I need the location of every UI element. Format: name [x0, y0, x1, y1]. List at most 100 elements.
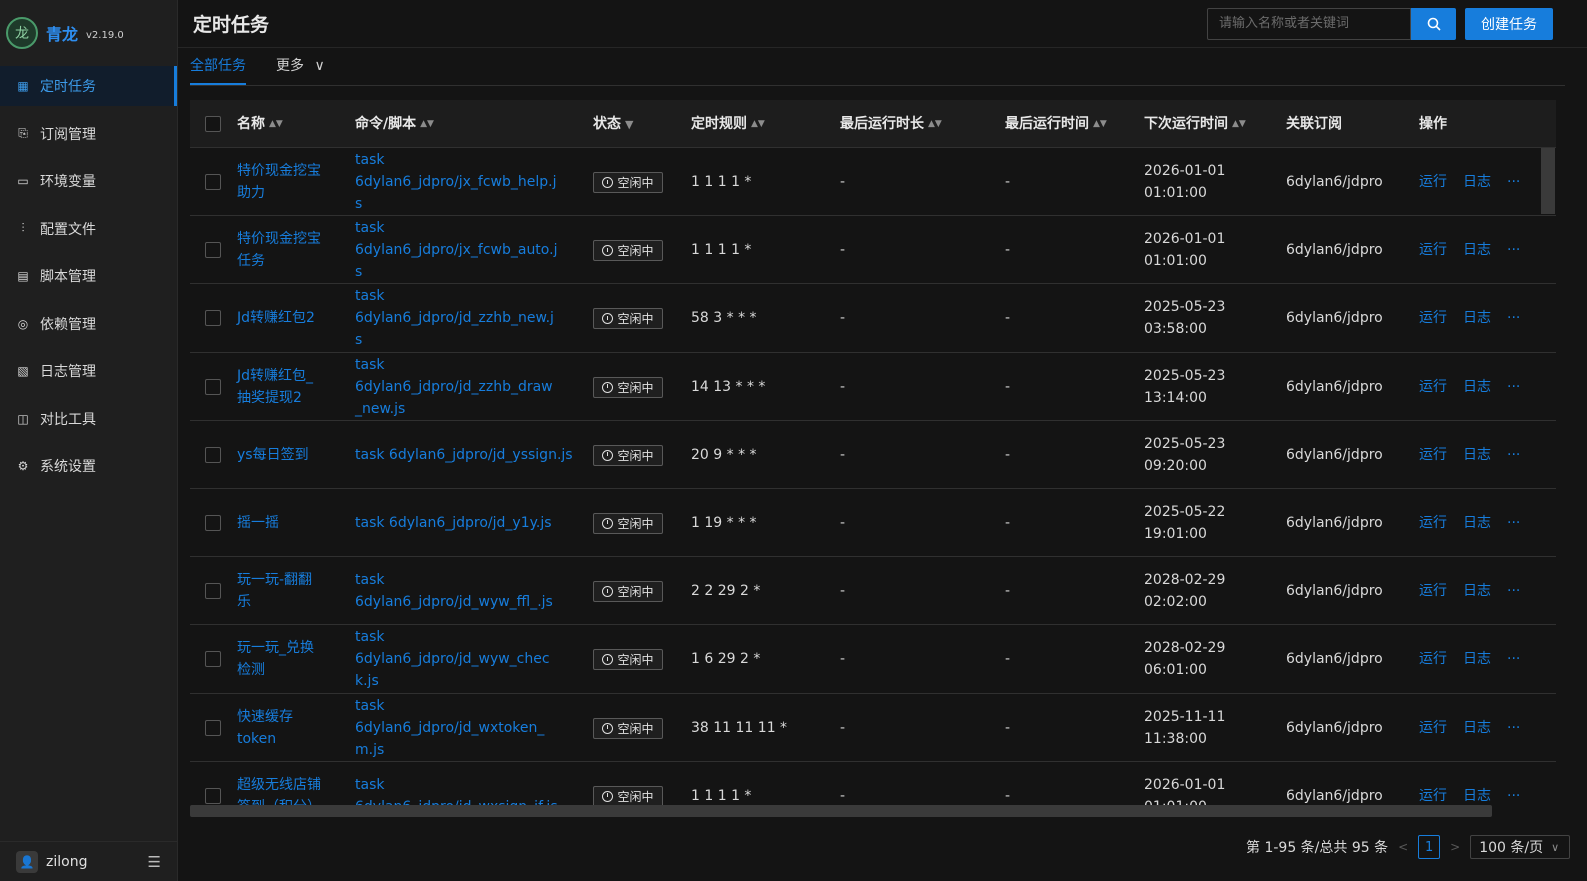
task-name[interactable]: 玩一玩-翻翻乐: [237, 557, 347, 625]
task-command[interactable]: task 6dylan6_jdpro/jd_zzhb_draw _new.js: [355, 353, 575, 421]
sort-icon[interactable]: ▲▼: [928, 119, 942, 128]
column-header[interactable]: 定时规则 ▲▼: [691, 100, 765, 148]
menu-fold-icon[interactable]: ☰: [148, 853, 161, 871]
sidebar-item[interactable]: ◎ 依赖管理: [0, 304, 177, 344]
more-actions-icon[interactable]: ···: [1507, 284, 1520, 352]
row-checkbox[interactable]: [205, 787, 221, 804]
run-button[interactable]: 运行: [1419, 557, 1447, 625]
task-name[interactable]: 玩一玩_兑换 检测: [237, 625, 347, 693]
sort-icon[interactable]: ▲▼: [1232, 119, 1246, 128]
more-actions-icon[interactable]: ···: [1507, 625, 1520, 693]
user-name[interactable]: zilong: [46, 854, 87, 870]
column-header[interactable]: 状态 ▼: [593, 100, 633, 148]
row-checkbox[interactable]: [205, 378, 221, 395]
column-header[interactable]: 命令/脚本 ▲▼: [355, 100, 434, 148]
horizontal-scrollbar[interactable]: [190, 805, 1492, 817]
task-name[interactable]: 特价现金挖宝 助力: [237, 148, 347, 216]
sidebar-item[interactable]: ⫶ 配置文件: [0, 209, 177, 249]
column-header[interactable]: 最后运行时长 ▲▼: [840, 100, 942, 148]
sidebar-item[interactable]: ▦ 定时任务: [0, 66, 177, 106]
more-actions-icon[interactable]: ···: [1507, 694, 1520, 762]
run-button[interactable]: 运行: [1419, 284, 1447, 352]
sidebar-item[interactable]: ▧ 日志管理: [0, 351, 177, 391]
sort-icon[interactable]: ▲▼: [269, 119, 283, 128]
create-task-button[interactable]: 创建任务: [1465, 8, 1553, 40]
task-command[interactable]: task 6dylan6_jdpro/jd_zzhb_new.j s: [355, 284, 575, 352]
more-actions-icon[interactable]: ···: [1507, 557, 1520, 625]
run-button[interactable]: 运行: [1419, 216, 1447, 284]
run-button[interactable]: 运行: [1419, 625, 1447, 693]
row-checkbox[interactable]: [205, 651, 221, 668]
sidebar-item[interactable]: ◫ 对比工具: [0, 399, 177, 439]
sort-icon[interactable]: ▲▼: [1093, 119, 1107, 128]
task-command[interactable]: task 6dylan6_jdpro/jd_wyw_chec k.js: [355, 625, 575, 693]
task-command[interactable]: task 6dylan6_jdpro/jd_wxtoken_ m.js: [355, 694, 575, 762]
select-all-checkbox[interactable]: [205, 116, 221, 132]
user-icon[interactable]: 👤: [16, 850, 38, 873]
page-number[interactable]: 1: [1418, 835, 1441, 859]
log-button[interactable]: 日志: [1463, 625, 1491, 693]
tab-all-tasks[interactable]: 全部任务: [190, 48, 246, 85]
task-command[interactable]: task 6dylan6_jdpro/jx_fcwb_help.j s: [355, 148, 575, 216]
row-checkbox[interactable]: [205, 583, 221, 600]
run-button[interactable]: 运行: [1419, 489, 1447, 557]
task-name-line: 快速缓存: [237, 708, 293, 725]
task-command[interactable]: task 6dylan6_jdpro/jd_yssign.js: [355, 421, 575, 489]
table-row: 玩一玩_兑换 检测 task 6dylan6_jdpro/jd_wyw_chec k.…: [190, 625, 1556, 694]
more-actions-icon[interactable]: ···: [1507, 762, 1520, 818]
task-name[interactable]: Jd转赚红包_ 抽奖提现2: [237, 353, 347, 421]
task-command[interactable]: task 6dylan6_jdpro/jx_fcwb_auto.j s: [355, 216, 575, 284]
more-actions-icon[interactable]: ···: [1507, 216, 1520, 284]
column-header[interactable]: 名称 ▲▼: [237, 100, 283, 148]
sort-icon[interactable]: ▲▼: [751, 119, 765, 128]
row-checkbox[interactable]: [205, 514, 221, 531]
prev-page-icon[interactable]: <: [1398, 840, 1408, 854]
clock-icon: [602, 177, 614, 188]
run-button[interactable]: 运行: [1419, 148, 1447, 216]
log-button[interactable]: 日志: [1463, 216, 1491, 284]
filter-icon[interactable]: ▼: [625, 119, 633, 130]
column-header[interactable]: 最后运行时间 ▲▼: [1005, 100, 1107, 148]
row-checkbox[interactable]: [205, 174, 221, 190]
search-input[interactable]: 请输入名称或者关键词: [1207, 8, 1411, 40]
run-button[interactable]: 运行: [1419, 421, 1447, 489]
more-actions-icon[interactable]: ···: [1507, 353, 1520, 421]
tab-more[interactable]: 更多 ∨: [276, 48, 325, 85]
page-size-select[interactable]: 100 条/页 ∨: [1470, 835, 1571, 859]
task-name-line: 玩一玩_兑换: [237, 640, 314, 657]
more-actions-icon[interactable]: ···: [1507, 421, 1520, 489]
log-button[interactable]: 日志: [1463, 557, 1491, 625]
log-button[interactable]: 日志: [1463, 489, 1491, 557]
task-name[interactable]: 快速缓存 token: [237, 694, 347, 762]
sidebar-item[interactable]: ▤ 脚本管理: [0, 256, 177, 296]
next-run-time-line: 13:14:00: [1144, 389, 1207, 406]
sort-icon[interactable]: ▲▼: [420, 119, 434, 128]
search-button[interactable]: [1411, 8, 1456, 40]
task-command[interactable]: task 6dylan6_jdpro/jd_wyw_ffl_.js: [355, 557, 575, 625]
task-command[interactable]: task 6dylan6_jdpro/jd_y1y.js: [355, 489, 575, 557]
sidebar-item[interactable]: ⚙ 系统设置: [0, 446, 177, 486]
more-actions-icon[interactable]: ···: [1507, 148, 1520, 216]
log-button[interactable]: 日志: [1463, 353, 1491, 421]
sidebar-item[interactable]: ▭ 环境变量: [0, 161, 177, 201]
row-checkbox[interactable]: [205, 242, 221, 259]
run-button[interactable]: 运行: [1419, 353, 1447, 421]
task-name[interactable]: 摇一摇: [237, 489, 347, 557]
log-button[interactable]: 日志: [1463, 421, 1491, 489]
log-button[interactable]: 日志: [1463, 148, 1491, 216]
row-checkbox[interactable]: [205, 719, 221, 736]
task-name[interactable]: Jd转赚红包2: [237, 284, 347, 352]
task-name[interactable]: ys每日签到: [237, 421, 347, 489]
column-header-label: 名称: [237, 116, 265, 132]
task-name[interactable]: 特价现金挖宝 任务: [237, 216, 347, 284]
more-actions-icon[interactable]: ···: [1507, 489, 1520, 557]
sidebar-item[interactable]: ⎘ 订阅管理: [0, 114, 177, 154]
log-button[interactable]: 日志: [1463, 694, 1491, 762]
run-button[interactable]: 运行: [1419, 694, 1447, 762]
vertical-scrollbar[interactable]: [1541, 148, 1555, 214]
column-header[interactable]: 下次运行时间 ▲▼: [1144, 100, 1246, 148]
row-checkbox[interactable]: [205, 446, 221, 463]
log-button[interactable]: 日志: [1463, 284, 1491, 352]
next-page-icon[interactable]: >: [1450, 840, 1460, 854]
row-checkbox[interactable]: [205, 310, 221, 327]
